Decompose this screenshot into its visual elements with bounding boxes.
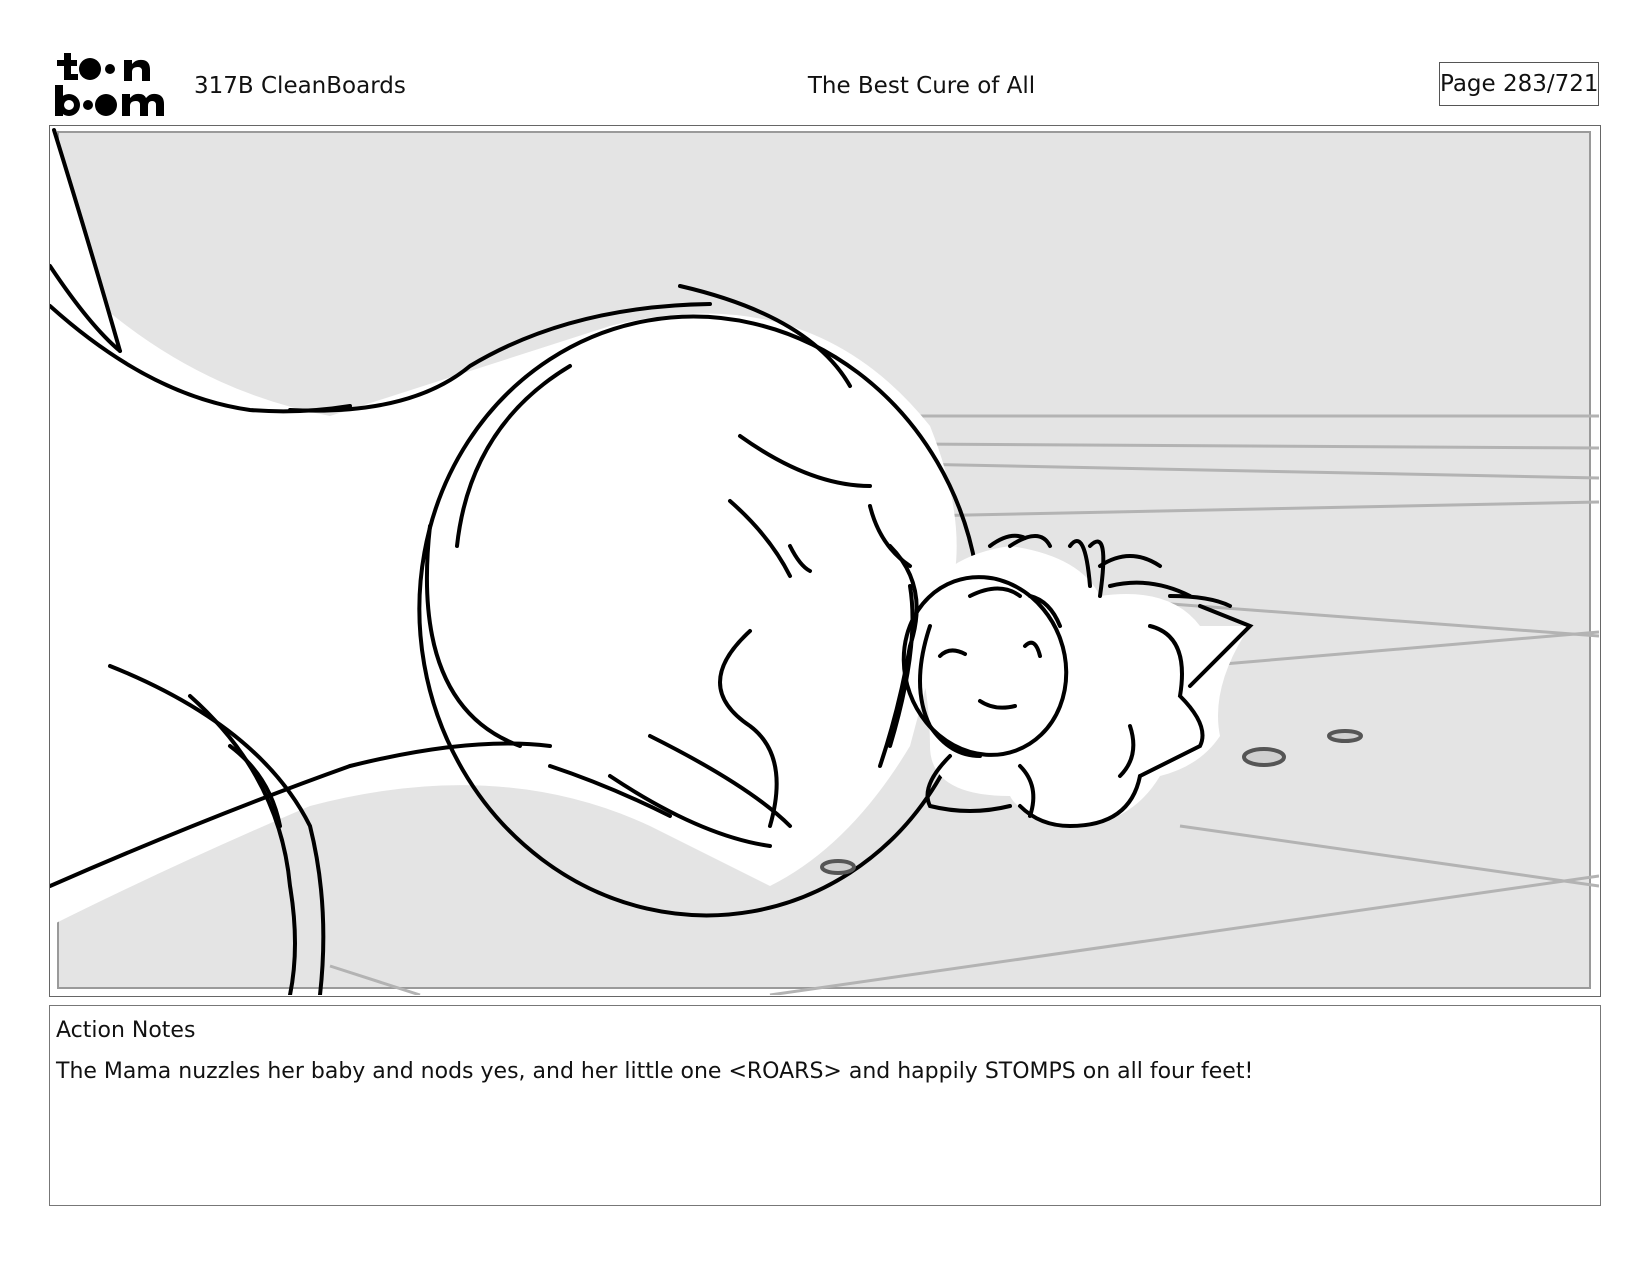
storyboard-panel xyxy=(49,125,1601,997)
page-number: Page 283/721 xyxy=(1439,62,1599,106)
action-notes-label: Action Notes xyxy=(56,1018,196,1043)
action-notes-box: Action Notes The Mama nuzzles her baby a… xyxy=(49,1005,1601,1206)
panel-drawing xyxy=(50,126,1599,995)
page-title: The Best Cure of All xyxy=(807,73,1036,99)
action-notes-text: The Mama nuzzles her baby and nods yes, … xyxy=(56,1059,1254,1084)
